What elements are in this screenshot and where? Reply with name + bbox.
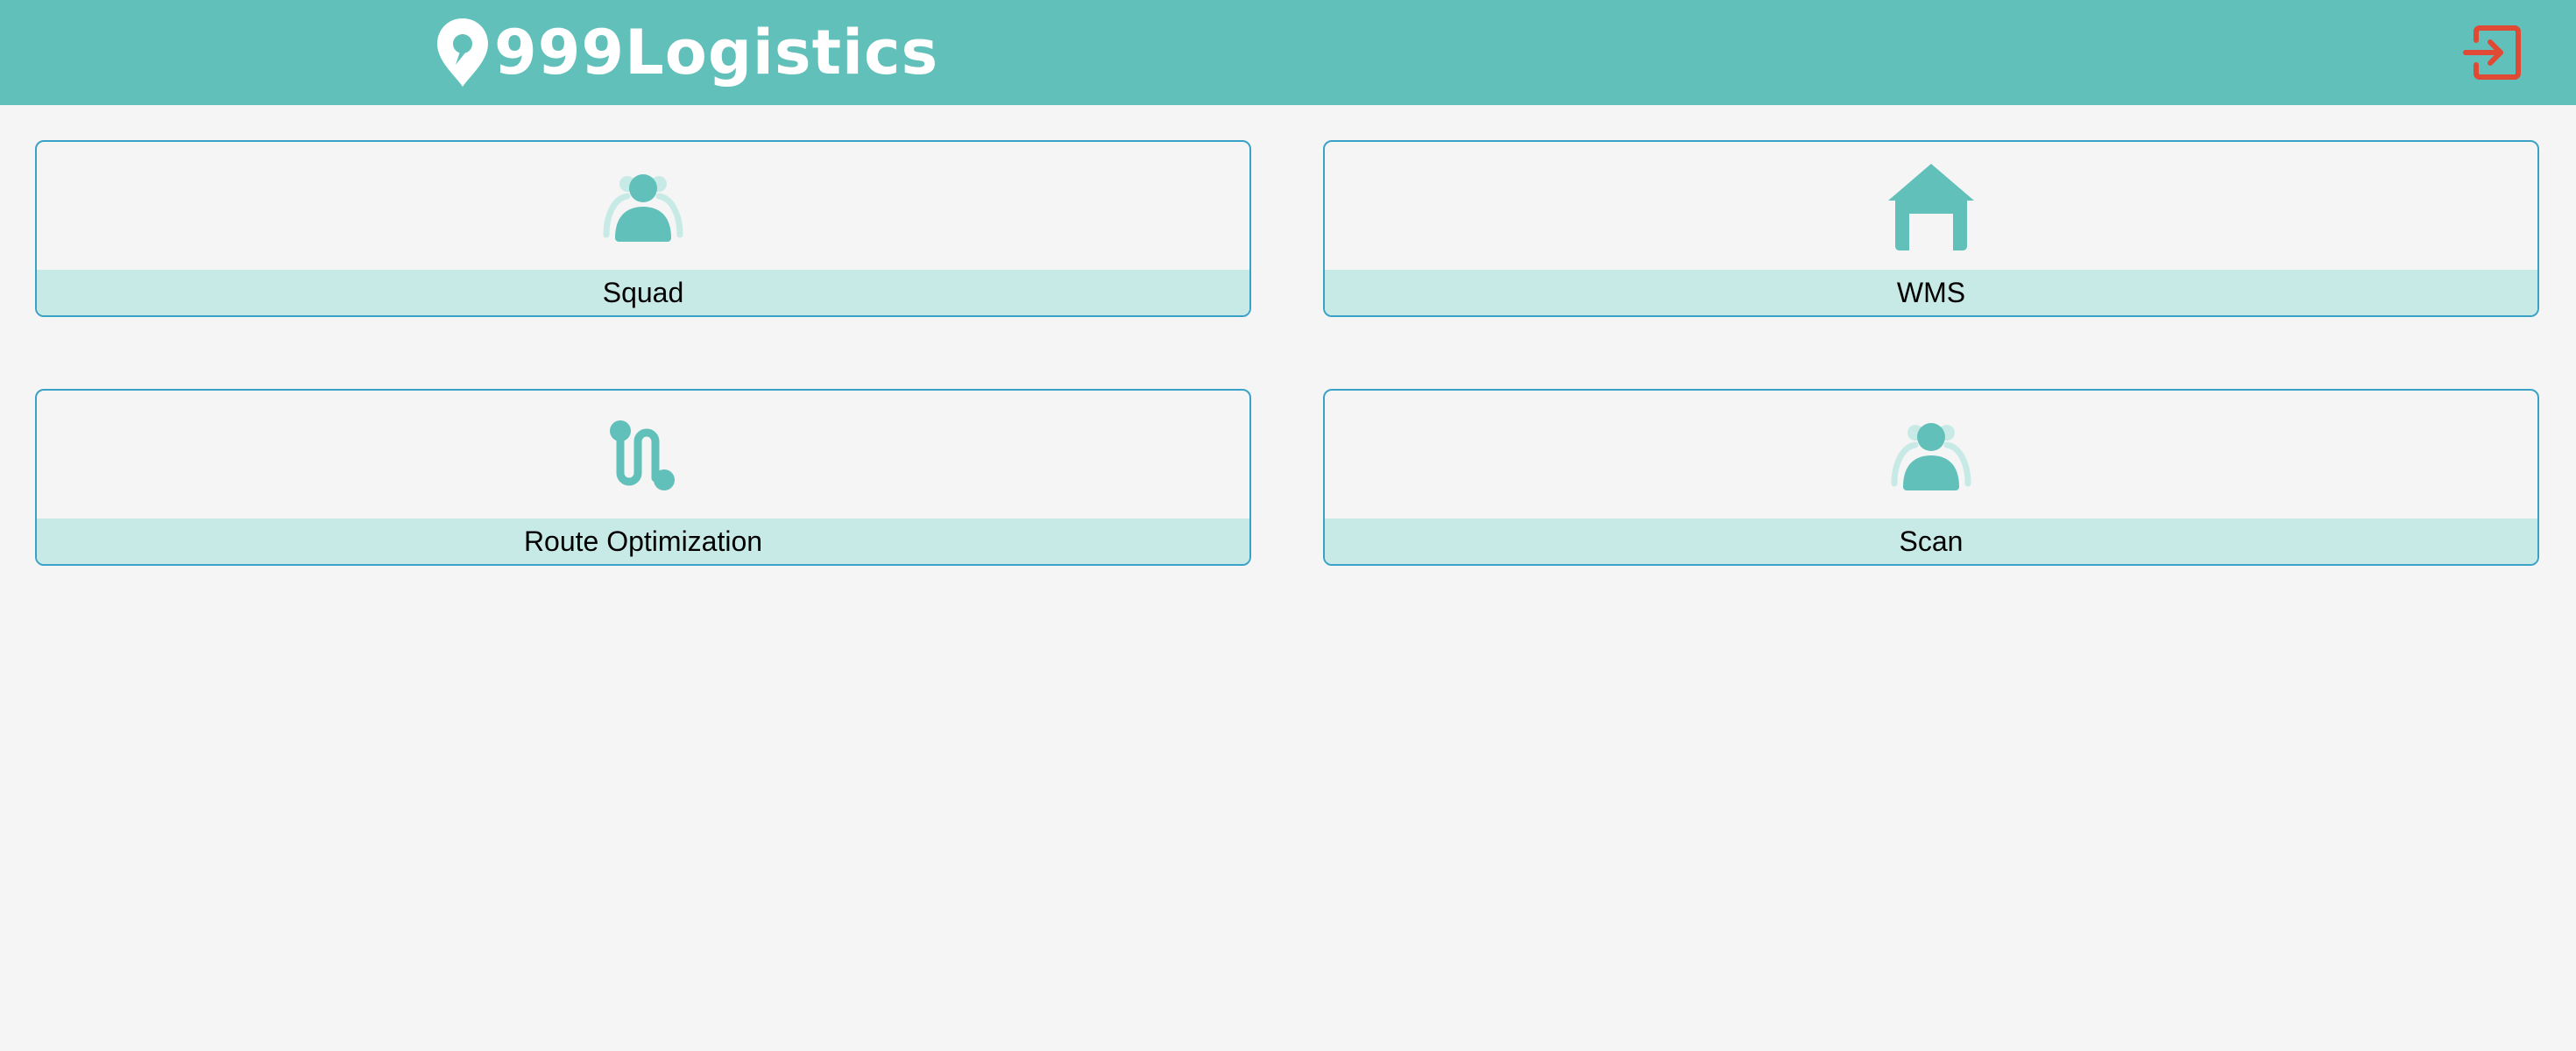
tile-icon-area xyxy=(1325,142,2537,272)
tile-squad[interactable]: Squad xyxy=(35,140,1251,317)
users-icon xyxy=(603,174,683,242)
top-header: 999Logistics xyxy=(0,0,2576,105)
tile-icon-area xyxy=(1325,391,2537,520)
tile-label: Scan xyxy=(1325,518,2537,564)
logout-button[interactable] xyxy=(2460,19,2527,86)
tile-label: WMS xyxy=(1325,270,2537,315)
tile-route-optimization[interactable]: Route Optimization xyxy=(35,389,1251,566)
logo-text: 999Logistics xyxy=(494,17,939,88)
tile-icon-area xyxy=(37,142,1249,272)
map-pin-icon xyxy=(437,18,488,87)
tile-icon-area xyxy=(37,391,1249,520)
users-icon xyxy=(1891,423,1971,490)
tile-scan[interactable]: Scan xyxy=(1323,389,2539,566)
tile-wms[interactable]: WMS xyxy=(1323,140,2539,317)
tile-label: Route Optimization xyxy=(37,518,1249,564)
route-icon xyxy=(610,420,675,490)
tile-label: Squad xyxy=(37,270,1249,315)
warehouse-icon xyxy=(1888,164,1974,250)
logout-icon xyxy=(2463,25,2521,80)
app-logo[interactable]: 999Logistics xyxy=(435,14,938,91)
